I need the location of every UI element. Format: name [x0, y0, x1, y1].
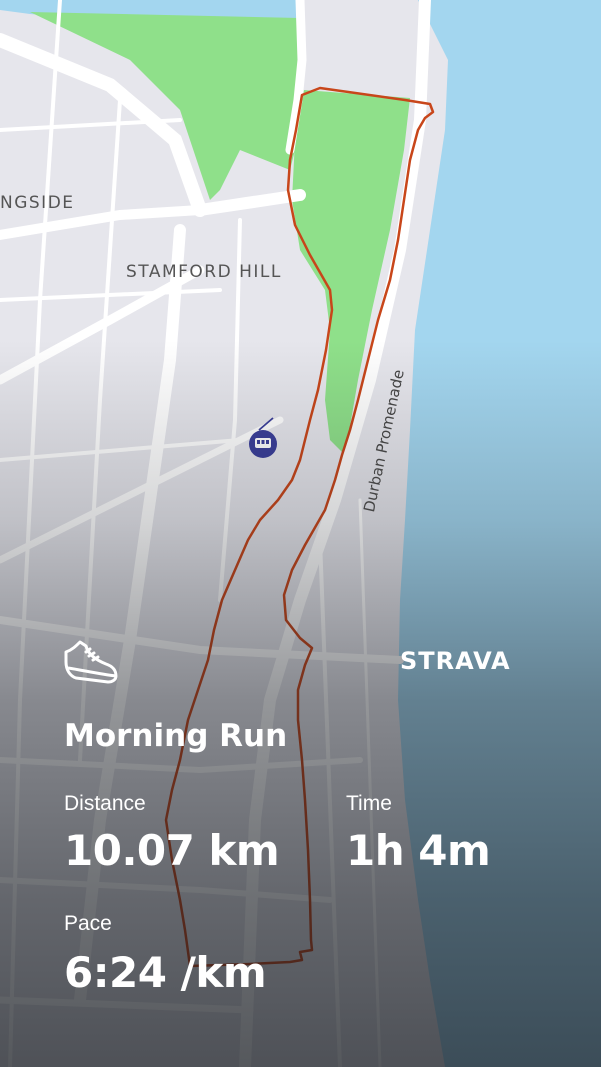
neighborhood-label: NGSIDE — [0, 193, 75, 213]
neighborhood-label: STAMFORD HILL — [126, 262, 282, 282]
strava-logo: STRAVA — [400, 647, 511, 675]
distance-value: 10.07 km — [64, 826, 280, 875]
running-shoe-icon — [64, 640, 118, 684]
time-value: 1h 4m — [346, 826, 491, 875]
time-label: Time — [346, 792, 392, 815]
pace-label: Pace — [64, 912, 112, 935]
pace-value: 6:24 /km — [64, 948, 267, 997]
map — [0, 0, 601, 1067]
activity-share-card: NGSIDE STAMFORD HILL Durban Promenade ST… — [0, 0, 601, 1067]
activity-title: Morning Run — [64, 718, 288, 754]
distance-label: Distance — [64, 792, 146, 815]
